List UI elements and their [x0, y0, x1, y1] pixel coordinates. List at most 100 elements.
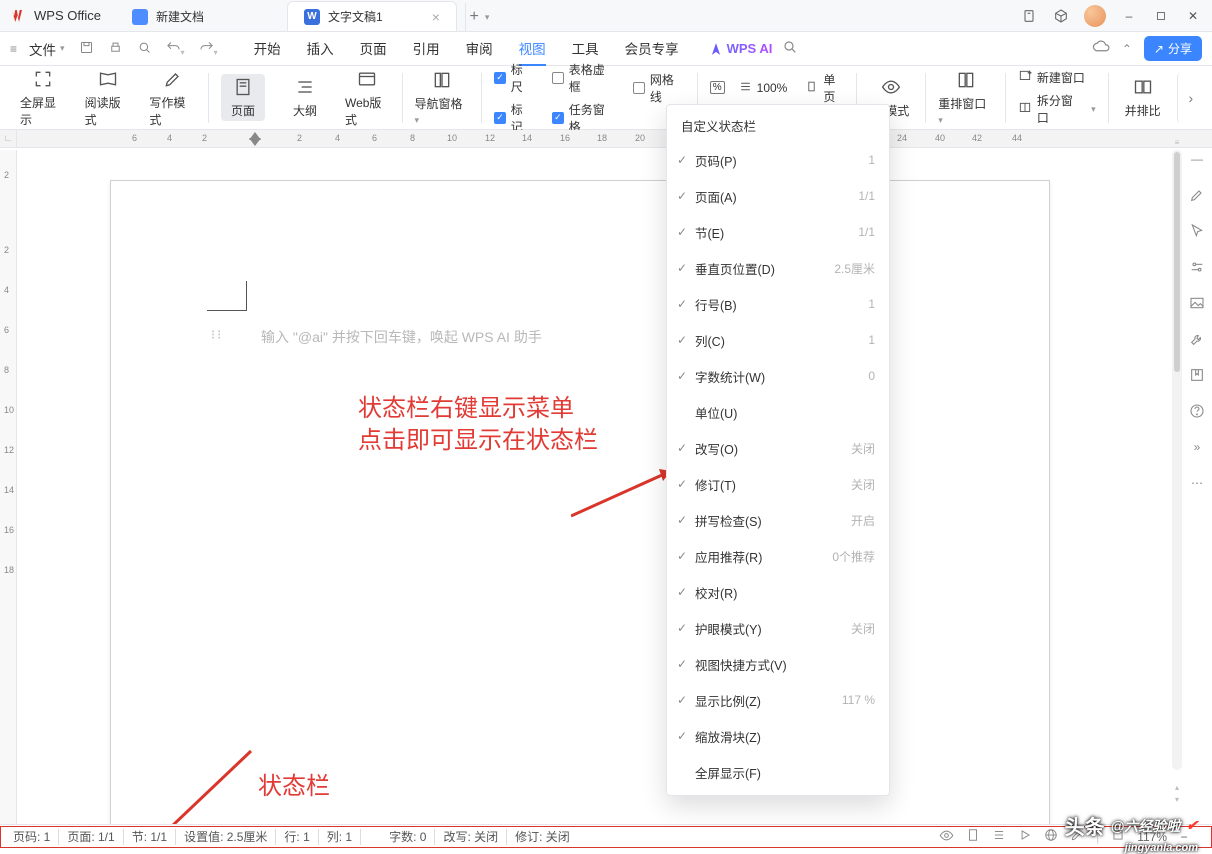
rail-image-icon[interactable]: [1188, 294, 1206, 312]
document-page[interactable]: ⁝⁝ 输入 "@ai" 并按下回车键，唤起 WPS AI 助手 状态栏右键显示菜…: [110, 180, 1050, 824]
ctx-item-page_code[interactable]: ✓页码(P)1: [667, 142, 889, 178]
titlebar: WPS Office 新建文档 W 文字文稿1 × +▾ – ✕: [0, 0, 1212, 32]
undo-icon[interactable]: ▾: [166, 40, 185, 58]
status-list-icon[interactable]: [992, 828, 1006, 845]
tab-newdoc[interactable]: 新建文档: [115, 1, 285, 31]
ctx-item-overwrite[interactable]: ✓改写(O)关闭: [667, 430, 889, 466]
ctx-item-viewshortcut[interactable]: ✓视图快捷方式(V): [667, 646, 889, 682]
horizontal-ruler[interactable]: ∟ 64224681012141618202224404244: [0, 130, 1212, 148]
ctx-item-page[interactable]: ✓页面(A)1/1: [667, 178, 889, 214]
status-section[interactable]: 节: 1/1: [124, 829, 176, 845]
search-icon[interactable]: [782, 39, 798, 58]
status-words[interactable]: 字数: 0: [381, 829, 435, 845]
outline-button[interactable]: 大纲: [283, 76, 327, 119]
status-col[interactable]: 列: 1: [319, 829, 361, 845]
status-doc-icon[interactable]: [966, 828, 980, 845]
scroll-up-icon[interactable]: ▴: [1172, 783, 1182, 792]
vertical-scrollbar[interactable]: ≡ ▴ ▾: [1172, 150, 1182, 770]
reader-icon[interactable]: [1020, 7, 1038, 25]
grid-checkbox[interactable]: 网格线: [633, 71, 685, 105]
close-window-button[interactable]: ✕: [1184, 7, 1202, 25]
ctx-item-eye[interactable]: ✓护眼模式(Y)关闭: [667, 610, 889, 646]
rail-minus-icon[interactable]: —: [1188, 150, 1206, 168]
close-icon[interactable]: ×: [432, 9, 440, 25]
status-eye-icon[interactable]: [939, 828, 954, 846]
ruler-checkbox[interactable]: ✓标尺: [494, 61, 534, 95]
share-button[interactable]: ↗ 分享: [1144, 36, 1202, 61]
table-dash-checkbox[interactable]: 表格虚框: [552, 61, 615, 95]
ctx-item-unit[interactable]: 单位(U): [667, 394, 889, 430]
preview-icon[interactable]: [137, 40, 152, 58]
zoom-100-button[interactable]: %100%: [710, 80, 788, 96]
file-menu[interactable]: 文件 ▾: [23, 37, 71, 61]
rail-pen-icon[interactable]: [1188, 186, 1206, 204]
status-setval[interactable]: 设置值: 2.5厘米: [176, 829, 276, 845]
rail-wrench-icon[interactable]: [1188, 330, 1206, 348]
cloud-icon[interactable]: [1092, 38, 1110, 59]
tab-reference[interactable]: 引用: [413, 32, 440, 66]
status-page[interactable]: 页面: 1/1: [59, 829, 123, 845]
ctx-item-apprec[interactable]: ✓应用推荐(R)0个推荐: [667, 538, 889, 574]
minimize-button[interactable]: –: [1120, 7, 1138, 25]
ctx-item-full[interactable]: 全屏显示(F): [667, 754, 889, 790]
status-line[interactable]: 行: 1: [276, 829, 318, 845]
scroll-thumb[interactable]: [1174, 152, 1180, 372]
new-window-button[interactable]: +新建窗口: [1018, 69, 1096, 86]
ribbon-scroll-right[interactable]: ›: [1177, 73, 1204, 123]
ctx-item-section[interactable]: ✓节(E)1/1: [667, 214, 889, 250]
split-window-button[interactable]: 拆分窗口▾: [1018, 92, 1096, 126]
scroll-down-icon[interactable]: ▾: [1172, 795, 1182, 804]
ctx-item-proof[interactable]: ✓校对(R): [667, 574, 889, 610]
ctx-item-wordcount[interactable]: ✓字数统计(W)0: [667, 358, 889, 394]
maximize-button[interactable]: [1152, 7, 1170, 25]
save-icon[interactable]: [79, 40, 94, 58]
web-layout-button[interactable]: Web版式: [345, 68, 390, 128]
status-track[interactable]: 修订: 关闭: [507, 829, 578, 845]
status-play-icon[interactable]: [1018, 828, 1032, 845]
scroll-options-icon[interactable]: ≡: [1172, 138, 1182, 147]
ctx-item-line[interactable]: ✓行号(B)1: [667, 286, 889, 322]
collapse-ribbon-icon[interactable]: ⌃: [1122, 42, 1132, 56]
ctx-item-col[interactable]: ✓列(C)1: [667, 322, 889, 358]
ctx-item-slider[interactable]: ✓缩放滑块(Z): [667, 718, 889, 754]
nav-pane-button[interactable]: 导航窗格 ▾: [415, 69, 470, 126]
single-page-button[interactable]: 单页: [805, 71, 844, 105]
rail-more-icon[interactable]: ⋯: [1188, 474, 1206, 492]
hamburger-icon[interactable]: ≡: [10, 42, 17, 56]
chevron-down-icon[interactable]: ▾: [485, 12, 490, 23]
arrange-button[interactable]: 并排比: [1121, 76, 1165, 119]
ctx-item-spell[interactable]: ✓拼写检查(S)开启: [667, 502, 889, 538]
write-mode-button[interactable]: 写作模式: [149, 68, 196, 128]
vertical-ruler[interactable]: 224681012141618: [0, 150, 17, 824]
page-layout-button[interactable]: 页面: [221, 74, 265, 121]
redo-icon[interactable]: ▾: [199, 40, 218, 58]
read-mode-button[interactable]: 阅读版式: [85, 68, 132, 128]
user-avatar[interactable]: [1084, 5, 1106, 27]
new-tab-button[interactable]: +▾: [465, 3, 493, 31]
status-page-code[interactable]: 页码: 1: [5, 829, 59, 845]
statusbar[interactable]: 页码: 1 页面: 1/1 节: 1/1 设置值: 2.5厘米 行: 1 列: …: [0, 824, 1212, 848]
ctx-item-vpos[interactable]: ✓垂直页位置(D)2.5厘米: [667, 250, 889, 286]
tab-page[interactable]: 页面: [360, 32, 387, 66]
tab-review[interactable]: 审阅: [466, 32, 493, 66]
quick-access: ▾ ▾: [79, 40, 218, 58]
cube-icon[interactable]: [1052, 7, 1070, 25]
ctx-item-zoom[interactable]: ✓显示比例(Z)117 %: [667, 682, 889, 718]
tab-home[interactable]: 开始: [254, 32, 281, 66]
rail-bookmark-icon[interactable]: [1188, 366, 1206, 384]
rail-cursor-icon[interactable]: [1188, 222, 1206, 240]
tab-doc1[interactable]: W 文字文稿1 ×: [287, 1, 457, 31]
reflow-button[interactable]: 重排窗口 ▾: [938, 69, 993, 126]
fullscreen-button[interactable]: 全屏显示: [20, 68, 67, 128]
rail-help-icon[interactable]: [1188, 402, 1206, 420]
tab-member[interactable]: 会员专享: [625, 32, 679, 66]
status-globe-icon[interactable]: [1044, 828, 1058, 845]
wps-ai-button[interactable]: WPS AI: [709, 41, 773, 56]
tab-insert[interactable]: 插入: [307, 32, 334, 66]
rail-collapse-icon[interactable]: »: [1188, 438, 1206, 456]
drag-handle-icon[interactable]: ⁝⁝: [211, 327, 223, 343]
status-overwrite[interactable]: 改写: 关闭: [435, 829, 507, 845]
print-icon[interactable]: [108, 40, 123, 58]
rail-settings-icon[interactable]: [1188, 258, 1206, 276]
ctx-item-track[interactable]: ✓修订(T)关闭: [667, 466, 889, 502]
